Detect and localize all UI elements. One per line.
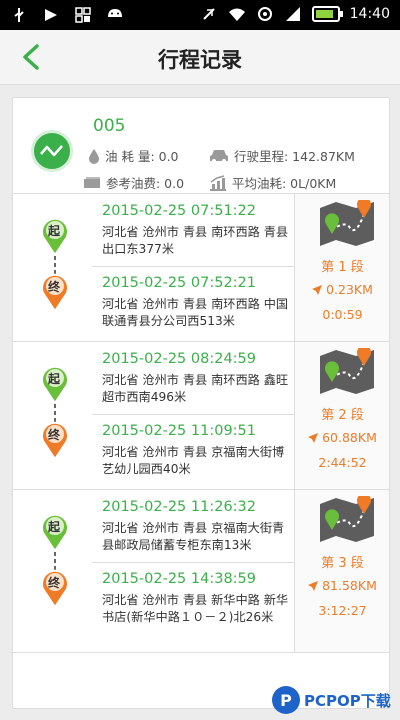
segment-summary[interactable]: 第 2 段 60.88KM 2:44:52 [294, 342, 389, 489]
avg-fuel-stat: 平均油耗: 0L/0KM [209, 173, 336, 192]
end-time: 2015-02-25 14:38:59 [102, 571, 256, 587]
usb-icon [10, 6, 28, 24]
fuel-cost-stat: 参考油费: 0.0 [83, 173, 184, 192]
end-time: 2015-02-25 07:52:21 [102, 275, 256, 291]
trip-points: 2015-02-25 07:51:22 河北省 沧州市 青县 南环西路 青县出口… [92, 194, 294, 341]
start-marker-icon: 起 [39, 512, 71, 556]
fuel-used-text: 油 耗 量: 0.0 [105, 149, 179, 164]
navigation-arrow-icon [308, 581, 319, 591]
watermark: P PCPOP下载 [272, 682, 398, 718]
segment-distance: 81.58KM [295, 578, 389, 593]
start-marker-label: 起 [48, 224, 61, 238]
signal-icon [284, 5, 302, 23]
mileage-text: 行驶里程: 142.87KM [234, 149, 355, 164]
end-marker-label: 终 [48, 576, 61, 590]
end-point: 2015-02-25 11:09:51 河北省 沧州市 青县 京福南大街博艺幼儿… [102, 422, 292, 478]
trip-item[interactable]: 起 终 2015-02-25 08:24:59 河北省 沧州市 青县 南环西路 … [13, 342, 389, 490]
start-marker-label: 起 [48, 520, 61, 534]
trip-item[interactable]: 起 终 2015-02-25 07:51:22 河北省 沧州市 青县 南环西路 … [13, 194, 389, 342]
segment-duration: 2:44:52 [318, 455, 367, 470]
notification-icon [42, 6, 60, 24]
segment-distance-value: 60.88KM [322, 430, 377, 445]
start-address: 河北省 沧州市 青县 京福南大街青县邮政局储蓄专柜东南13米 [102, 521, 285, 552]
segment-distance: 0.23KM [295, 282, 389, 297]
end-marker-icon: 终 [39, 568, 71, 612]
start-address: 河北省 沧州市 青县 南环西路 青县出口东377米 [102, 225, 289, 256]
vehicle-avatar [31, 130, 73, 172]
segment-duration: 3:12:27 [318, 603, 367, 618]
segment-summary[interactable]: 第 3 段 81.58KM 3:12:27 [294, 490, 389, 652]
mute-icon [200, 5, 218, 23]
segment-duration: 0:0:59 [322, 307, 363, 322]
end-address: 河北省 沧州市 青县 新华中路 新华书店(新华中路１０－２)北26米 [102, 593, 289, 624]
end-address: 河北省 沧州市 青县 京福南大街博艺幼儿园西40米 [102, 445, 285, 476]
end-address: 河北省 沧州市 青县 南环西路 中国联通青县分公司西513米 [102, 297, 289, 328]
segment-label: 第 2 段 [321, 408, 364, 423]
start-point: 2015-02-25 07:51:22 河北省 沧州市 青县 南环西路 青县出口… [102, 202, 292, 258]
status-time: 14:40 [349, 6, 390, 22]
start-time: 2015-02-25 08:24:59 [102, 351, 256, 367]
divider [92, 266, 294, 267]
segment-label: 第 1 段 [321, 260, 364, 275]
fuel-drop-icon [89, 148, 99, 164]
end-marker-label: 终 [48, 280, 61, 294]
navigation-arrow-icon [308, 433, 319, 443]
trip-markers: 起 终 [37, 490, 77, 637]
watermark-text: PCPOP下载 [304, 691, 391, 710]
car-icon [210, 149, 228, 163]
navigation-arrow-icon [312, 285, 323, 295]
start-time: 2015-02-25 07:51:22 [102, 203, 256, 219]
fuel-cost-text: 参考油费: 0.0 [106, 176, 185, 191]
watermark-logo-icon: P [272, 686, 300, 714]
wifi-icon [228, 5, 246, 23]
trip-points: 2015-02-25 08:24:59 河北省 沧州市 青县 南环西路 鑫旺超市… [92, 342, 294, 489]
segment-summary[interactable]: 第 1 段 0.23KM 0:0:59 [294, 194, 389, 341]
segment-label: 第 3 段 [321, 556, 364, 571]
android-icon [106, 6, 124, 24]
trip-markers: 起 终 [37, 194, 77, 341]
end-point: 2015-02-25 14:38:59 河北省 沧州市 青县 新华中路 新华书店… [102, 570, 292, 626]
segment-distance-value: 0.23KM [326, 282, 373, 297]
end-point: 2015-02-25 07:52:21 河北省 沧州市 青县 南环西路 中国联通… [102, 274, 292, 330]
status-bar: 14:40 [0, 0, 400, 30]
start-address: 河北省 沧州市 青县 南环西路 鑫旺超市西南496米 [102, 373, 289, 404]
start-marker-icon: 起 [39, 364, 71, 408]
vehicle-summary: 005 油 耗 量: 0.0 行驶里程: 142.87KM 参考油费: 0.0 … [13, 98, 389, 194]
trip-points: 2015-02-25 11:26:32 河北省 沧州市 青县 京福南大街青县邮政… [92, 490, 294, 652]
route-map-icon[interactable] [318, 200, 376, 246]
divider [92, 562, 294, 563]
end-marker-icon: 终 [39, 420, 71, 464]
title-bar: 行程记录 [0, 30, 400, 85]
start-marker-label: 起 [48, 372, 61, 386]
segment-distance: 60.88KM [295, 430, 389, 445]
trip-item[interactable]: 起 终 2015-02-25 11:26:32 河北省 沧州市 青县 京福南大街… [13, 490, 389, 653]
grid-icon [74, 6, 92, 24]
battery-icon [311, 6, 343, 22]
start-time: 2015-02-25 11:26:32 [102, 499, 256, 515]
data-sync-icon [256, 5, 274, 23]
mileage-stat: 行驶里程: 142.87KM [209, 146, 355, 165]
end-marker-label: 终 [48, 428, 61, 442]
end-marker-icon: 终 [39, 272, 71, 316]
trip-markers: 起 终 [37, 342, 77, 489]
segment-distance-value: 81.58KM [322, 578, 377, 593]
divider [92, 414, 294, 415]
avg-fuel-text: 平均油耗: 0L/0KM [232, 176, 337, 191]
money-icon [84, 176, 100, 188]
start-point: 2015-02-25 08:24:59 河北省 沧州市 青县 南环西路 鑫旺超市… [102, 350, 292, 406]
start-point: 2015-02-25 11:26:32 河北省 沧州市 青县 京福南大街青县邮政… [102, 498, 292, 554]
chart-icon [210, 174, 226, 191]
route-map-icon[interactable] [318, 496, 376, 542]
route-map-icon[interactable] [318, 348, 376, 394]
end-time: 2015-02-25 11:09:51 [102, 423, 256, 439]
trip-record-card: 005 油 耗 量: 0.0 行驶里程: 142.87KM 参考油费: 0.0 … [12, 97, 390, 709]
fuel-used-stat: 油 耗 量: 0.0 [88, 146, 179, 165]
trend-line-icon [40, 145, 63, 157]
page-title: 行程记录 [158, 48, 242, 72]
start-marker-icon: 起 [39, 216, 71, 260]
vehicle-id: 005 [93, 116, 126, 136]
